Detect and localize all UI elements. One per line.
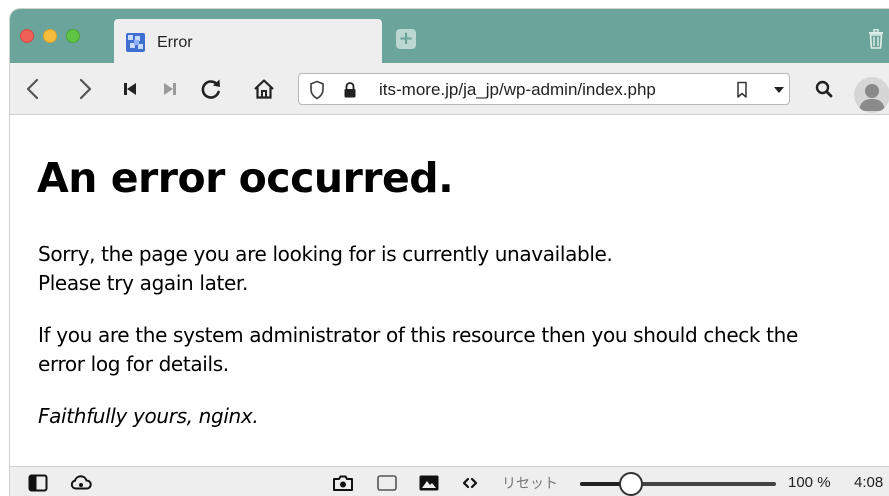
message-paragraph: Sorry, the page you are looking for is c… [38,240,613,298]
code-icon[interactable] [462,474,478,492]
back-icon[interactable] [24,77,42,101]
admin-paragraph: If you are the system administrator of t… [38,321,798,379]
window-icon[interactable] [376,474,398,492]
zoom-reset-button[interactable]: リセット [502,473,558,493]
zoom-window-button[interactable] [66,29,80,43]
tab-error[interactable]: Error [114,19,382,63]
address-bar[interactable]: its-more.jp/ja_jp/wp-admin/index.php [298,73,790,105]
close-window-button[interactable] [20,29,34,43]
reload-icon[interactable] [200,77,222,101]
clock: 4:08 [854,474,884,491]
admin-line: If you are the system administrator of t… [38,323,798,347]
status-bar: リセット 100 % 4:08 [10,466,889,496]
desktop-edge [0,0,10,496]
navigation-toolbar: its-more.jp/ja_jp/wp-admin/index.php [10,63,889,115]
tab-bar: Error + [10,9,889,63]
panel-toggle-icon[interactable] [28,474,48,492]
minimize-window-button[interactable] [43,29,57,43]
page-content: An error occurred. Sorry, the page you a… [10,116,889,466]
image-icon[interactable] [418,474,440,492]
site-favicon-icon [126,33,145,52]
trash-icon[interactable] [868,29,884,49]
message-line: Sorry, the page you are looking for is c… [38,242,613,266]
avatar[interactable] [854,77,889,113]
bookmark-icon[interactable] [736,81,748,99]
browser-window: Error + its-more.jp/ja_jp/wp-admin/index… [10,9,889,496]
profile-icon [859,84,885,111]
fast-forward-icon[interactable] [162,77,178,101]
page-heading: An error occurred. [37,154,454,202]
zoom-level: 100 % [788,474,831,491]
forward-icon[interactable] [76,77,94,101]
search-icon[interactable] [814,77,834,101]
signature: Faithfully yours, nginx. [38,404,259,428]
message-line: Please try again later. [38,271,248,295]
url-text[interactable]: its-more.jp/ja_jp/wp-admin/index.php [379,80,656,100]
new-tab-button[interactable]: + [396,29,416,49]
zoom-slider[interactable] [580,472,776,496]
lock-icon[interactable] [343,81,357,99]
window-controls [20,29,80,43]
tab-title: Error [157,34,193,51]
rewind-icon[interactable] [122,77,138,101]
admin-line: error log for details. [38,352,229,376]
camera-icon[interactable] [332,474,354,492]
home-icon[interactable] [252,77,276,101]
shield-icon[interactable] [309,80,325,100]
chevron-down-icon[interactable] [773,85,785,95]
cloud-sync-icon[interactable] [70,474,92,492]
zoom-slider-handle[interactable] [618,472,643,496]
